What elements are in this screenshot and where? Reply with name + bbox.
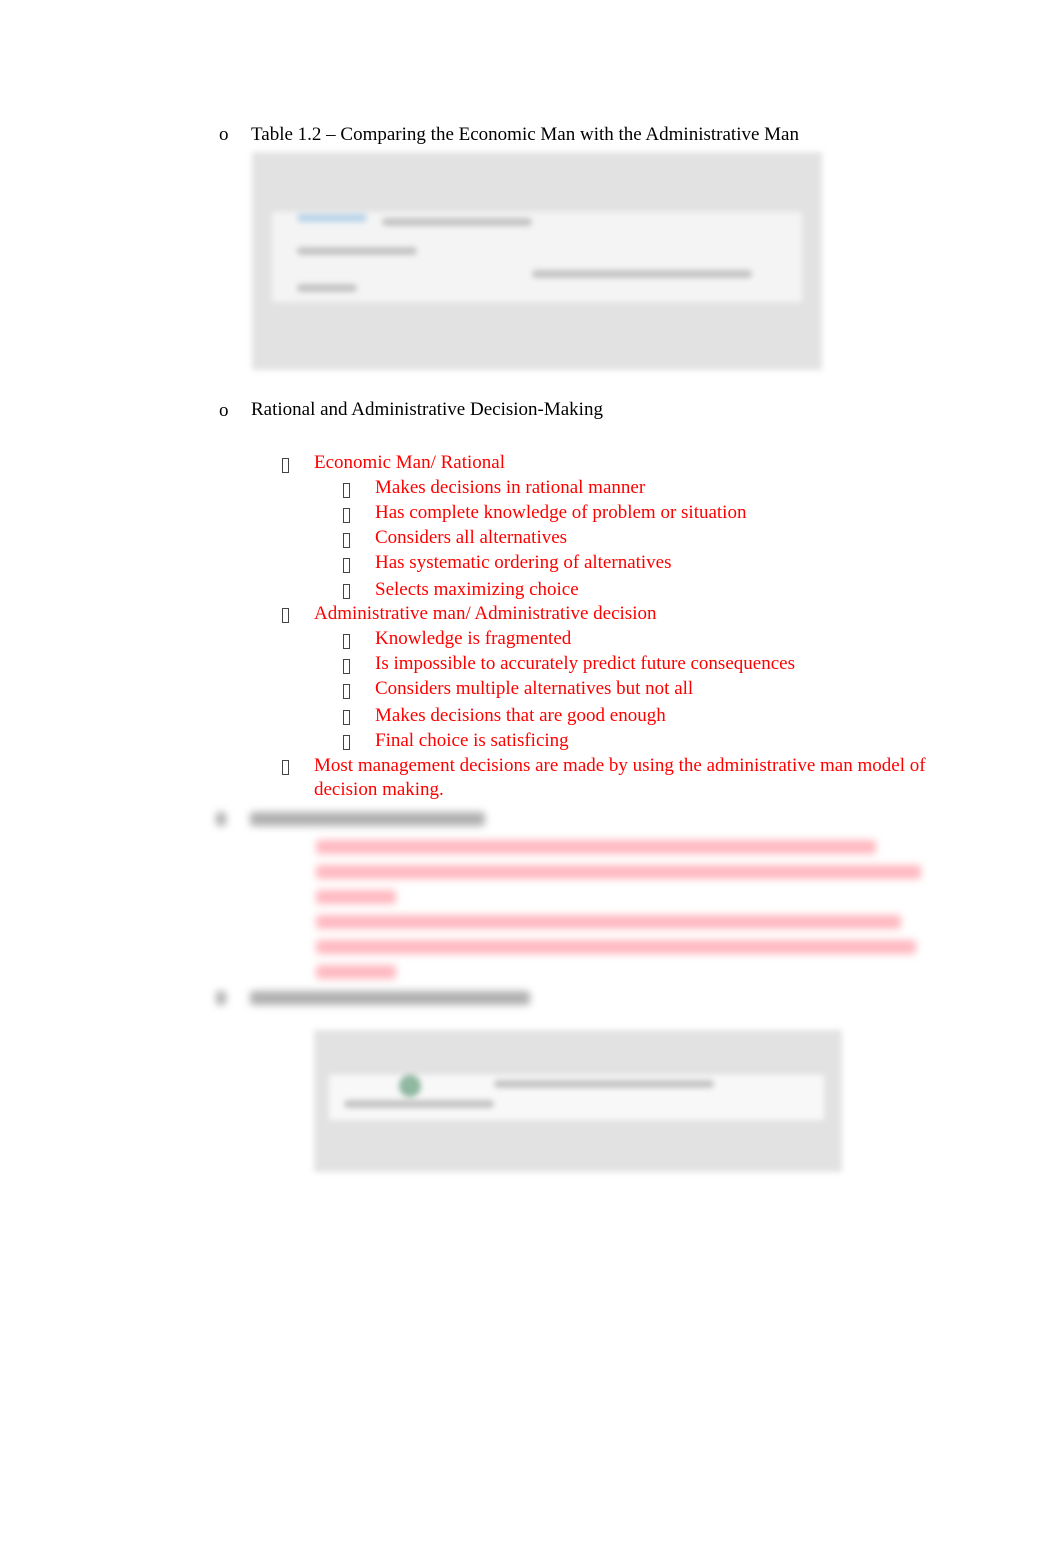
blurred-hidden-content (0, 0, 1062, 1200)
process-image-blurred (314, 1030, 842, 1172)
